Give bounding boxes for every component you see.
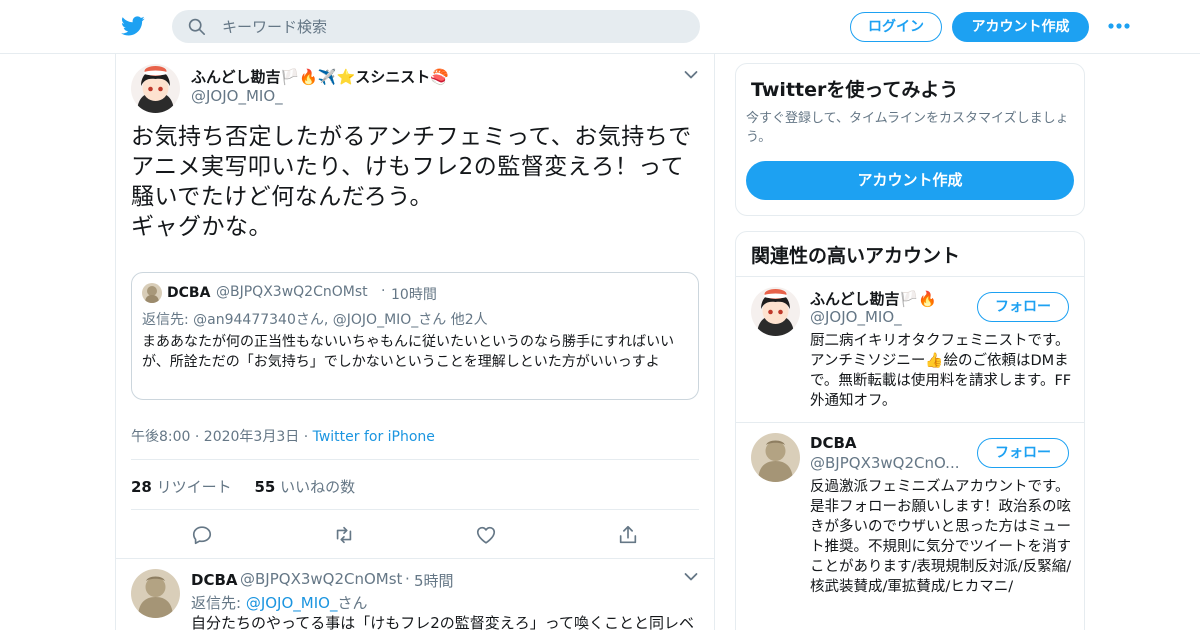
follow-button[interactable]: フォロー bbox=[977, 292, 1069, 322]
top-navigation-bar: ログイン アカウント作成 bbox=[0, 0, 1200, 54]
avatar[interactable] bbox=[131, 64, 180, 113]
tweet-timestamp-line: 午後8:00 · 2020年3月3日 · Twitter for iPhone bbox=[131, 426, 435, 446]
anime-avatar-image bbox=[751, 287, 800, 336]
reply-to-handle-link[interactable]: @JOJO_MIO_ bbox=[246, 594, 338, 612]
quoted-text: まああなたが何の正当性もないいちゃもんに従いたいというのなら勝手にすればいいが、… bbox=[142, 334, 675, 370]
share-icon[interactable] bbox=[617, 524, 639, 546]
reply-time[interactable]: 5時間 bbox=[414, 570, 454, 591]
related-account-name[interactable]: ふんどし勘吉🏳️🔥 bbox=[810, 288, 937, 309]
chevron-down-icon[interactable] bbox=[684, 70, 698, 80]
anime-avatar-image bbox=[131, 64, 180, 113]
tweet-author-handle[interactable]: @JOJO_MIO_ bbox=[191, 87, 283, 105]
follow-button[interactable]: フォロー bbox=[977, 438, 1069, 468]
search-icon bbox=[188, 18, 206, 36]
quoted-reply-to: 返信先: @an94477340さん, @JOJO_MIO_さん 他2人 bbox=[142, 312, 488, 328]
retweet-icon[interactable] bbox=[333, 524, 355, 546]
avatar[interactable] bbox=[751, 287, 800, 336]
quoted-avatar bbox=[142, 283, 162, 303]
signup-card: Twitterを使ってみよう 今すぐ登録して、タイムラインをカスタマイズしましょ… bbox=[735, 63, 1085, 216]
related-accounts-title: 関連性の高いアカウント bbox=[751, 245, 961, 267]
signup-card-button[interactable]: アカウント作成 bbox=[746, 161, 1074, 200]
avatar[interactable] bbox=[751, 433, 800, 482]
related-account-bio: 反過激派フェミニズムアカウントです。是非フォローお願いします！政治系の呟きが多い… bbox=[810, 479, 1072, 595]
statue-avatar-image bbox=[751, 433, 800, 482]
reply-author-handle[interactable]: @BJPQX3wQ2CnOMst bbox=[240, 570, 402, 588]
main-timeline-column: ふんどし勘吉🏳️🔥✈️⭐スシニスト🍣 @JOJO_MIO_ お気持ち否定したがる… bbox=[115, 54, 715, 630]
signup-card-title: Twitterを使ってみよう bbox=[751, 79, 959, 101]
quoted-author-handle: @BJPQX3wQ2CnOMst bbox=[216, 284, 368, 300]
divider bbox=[131, 459, 699, 460]
search-input[interactable] bbox=[222, 10, 682, 43]
like-heart-icon[interactable] bbox=[475, 524, 497, 546]
related-accounts-card: 関連性の高いアカウント ふんどし勘吉🏳️🔥 @JOJO_MIO_ フォロー 厨二… bbox=[735, 231, 1085, 630]
related-account-name[interactable]: DCBA bbox=[810, 434, 857, 452]
retweet-label[interactable]: リツイート bbox=[157, 478, 232, 496]
tweet-author-name[interactable]: ふんどし勘吉🏳️🔥✈️⭐スシニスト🍣 bbox=[191, 66, 449, 87]
twitter-bird-icon[interactable] bbox=[120, 14, 146, 38]
statue-avatar-image bbox=[131, 569, 180, 618]
quoted-tweet-card[interactable]: DCBA @BJPQX3wQ2CnOMst · 10時間 返信先: @an944… bbox=[131, 272, 699, 400]
tweet-timestamp[interactable]: 午後8:00 · 2020年3月3日 bbox=[131, 429, 299, 445]
like-count[interactable]: 55 bbox=[254, 478, 275, 496]
quoted-time: 10時間 bbox=[391, 287, 437, 303]
like-label[interactable]: いいねの数 bbox=[280, 478, 355, 496]
reply-author-name[interactable]: DCBA bbox=[191, 571, 238, 589]
quoted-author-name: DCBA bbox=[167, 285, 211, 301]
reply-to-line: 返信先: @JOJO_MIO_さん bbox=[191, 592, 367, 613]
related-account-item[interactable]: ふんどし勘吉🏳️🔥 @JOJO_MIO_ フォロー 厨二病イキリオタクフェミニス… bbox=[736, 277, 1084, 422]
reply-text: 自分たちのやってる事は「けもフレ2の監督変えろ」って喚くことと同レベ bbox=[191, 614, 695, 630]
chevron-down-icon[interactable] bbox=[684, 572, 698, 582]
signup-button[interactable]: アカウント作成 bbox=[952, 12, 1089, 42]
more-options-icon[interactable] bbox=[1108, 22, 1130, 30]
related-account-handle[interactable]: @JOJO_MIO_ bbox=[810, 308, 902, 326]
tweet-stats: 28 リツイート 55 いいねの数 bbox=[131, 476, 355, 497]
divider bbox=[116, 558, 714, 559]
source-separator: · bbox=[303, 429, 309, 445]
related-account-bio: 厨二病イキリオタクフェミニストです。アンチミソジニー👍絵のご依頼はDMまで。無断… bbox=[810, 333, 1072, 409]
login-button[interactable]: ログイン bbox=[850, 12, 942, 42]
quoted-dot: · bbox=[381, 283, 386, 299]
retweet-count[interactable]: 28 bbox=[131, 478, 152, 496]
reply-icon[interactable] bbox=[191, 524, 213, 546]
divider bbox=[131, 509, 699, 510]
search-bar[interactable] bbox=[172, 10, 700, 43]
reply-to-suffix: さん bbox=[337, 594, 368, 612]
tweet-source-link[interactable]: Twitter for iPhone bbox=[313, 429, 435, 445]
signup-card-subtitle: 今すぐ登録して、タイムラインをカスタマイズしましょう。 bbox=[746, 111, 1069, 145]
related-account-handle[interactable]: @BJPQX3wQ2CnO... bbox=[810, 454, 960, 472]
related-account-item[interactable]: DCBA @BJPQX3wQ2CnO... フォロー 反過激派フェミニズムアカウ… bbox=[736, 423, 1084, 630]
statue-avatar-image bbox=[142, 283, 162, 303]
reply-to-prefix: 返信先: bbox=[191, 594, 246, 612]
reply-avatar[interactable] bbox=[131, 569, 180, 618]
reply-dot: · bbox=[405, 570, 410, 588]
tweet-text: お気持ち否定したがるアンチフェミって、お気持ちでアニメ実写叩いたり、けもフレ2の… bbox=[131, 124, 692, 240]
